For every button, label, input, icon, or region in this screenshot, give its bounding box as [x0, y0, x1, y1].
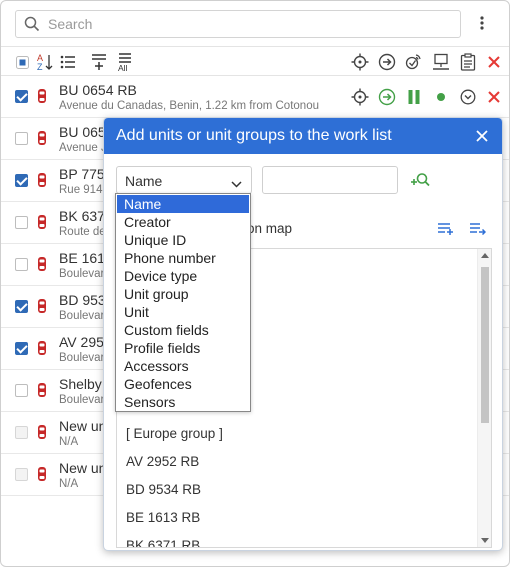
- add-all-arrow-icon[interactable]: [470, 222, 487, 241]
- unit-address: N/A: [59, 478, 79, 490]
- add-search-icon[interactable]: [410, 172, 430, 193]
- unit-address: Boulevar: [59, 394, 105, 406]
- dropdown-option[interactable]: Unit: [117, 303, 249, 321]
- dropdown-option[interactable]: Unique ID: [117, 231, 249, 249]
- locate-icon[interactable]: [351, 88, 369, 106]
- listbox-item[interactable]: BE 1613 RB: [126, 510, 200, 525]
- scroll-thumb[interactable]: [481, 267, 489, 423]
- dropdown-option[interactable]: Geofences: [117, 375, 249, 393]
- search-box[interactable]: [15, 10, 461, 38]
- unit-address: Route de: [59, 226, 106, 238]
- car-icon: [37, 172, 47, 193]
- dropdown-option[interactable]: Profile fields: [117, 339, 249, 357]
- ping-icon[interactable]: [403, 52, 423, 72]
- expand-icon[interactable]: [459, 88, 477, 106]
- car-icon: [37, 424, 47, 445]
- dropdown-option[interactable]: Name: [117, 195, 249, 213]
- add-all-label: All: [118, 63, 128, 72]
- pause-icon[interactable]: [405, 88, 423, 106]
- listbox-item[interactable]: BD 9534 RB: [126, 482, 201, 497]
- dialog-header: Add units or unit groups to the work lis…: [104, 118, 502, 154]
- select-all-icon[interactable]: [12, 52, 32, 72]
- unit-checkbox[interactable]: [15, 426, 28, 439]
- command-icon[interactable]: [377, 52, 397, 72]
- add-to-list-icon[interactable]: [438, 222, 454, 241]
- add-all-icon[interactable]: All: [114, 52, 136, 72]
- unit-name: New un: [59, 418, 107, 434]
- unit-checkbox[interactable]: [15, 216, 28, 229]
- unit-checkbox[interactable]: [15, 174, 28, 187]
- add-to-list-icon[interactable]: [89, 52, 109, 72]
- scrollbar[interactable]: [477, 249, 491, 547]
- car-icon: [37, 298, 47, 319]
- filter-text-input[interactable]: [262, 166, 398, 194]
- toolbar: A Z All: [1, 46, 509, 76]
- car-icon: [37, 88, 47, 109]
- locate-icon[interactable]: [350, 52, 370, 72]
- filter-type-dropdown: Name Creator Unique ID Phone number Device t…: [115, 193, 251, 412]
- scroll-up-icon[interactable]: [481, 253, 489, 258]
- listbox-item[interactable]: AV 2952 RB: [126, 454, 199, 469]
- listbox-item[interactable]: [ Europe group ]: [126, 426, 223, 441]
- unit-checkbox[interactable]: [15, 384, 28, 397]
- dropdown-option[interactable]: Device type: [117, 267, 249, 285]
- monitor-icon[interactable]: [431, 52, 451, 72]
- unit-name: BD 953: [59, 292, 106, 308]
- unit-address: Rue 914,: [59, 184, 106, 196]
- search-icon: [24, 16, 40, 37]
- car-icon: [37, 130, 47, 151]
- dropdown-option[interactable]: Custom fields: [117, 321, 249, 339]
- status-dot-icon[interactable]: [432, 88, 450, 106]
- filter-type-select[interactable]: Name: [116, 166, 252, 194]
- remove-icon[interactable]: [485, 88, 503, 106]
- dropdown-option[interactable]: Accessors: [117, 357, 249, 375]
- dropdown-option[interactable]: Sensors: [117, 393, 249, 411]
- dropdown-option[interactable]: Unit group: [117, 285, 249, 303]
- unit-checkbox[interactable]: [15, 300, 28, 313]
- unit-address: Boulevar: [59, 352, 105, 364]
- dropdown-option[interactable]: Creator: [117, 213, 249, 231]
- remove-icon[interactable]: [484, 52, 504, 72]
- search-input[interactable]: [46, 14, 446, 34]
- scroll-down-icon[interactable]: [481, 538, 489, 543]
- unit-address: Boulevar: [59, 310, 105, 322]
- sort-az-icon[interactable]: A Z: [35, 52, 55, 72]
- dialog-title: Add units or unit groups to the work lis…: [116, 127, 392, 144]
- monitoring-panel: A Z All: [0, 0, 510, 567]
- more-vertical-icon[interactable]: [475, 13, 489, 35]
- sort-bottom-label: Z: [37, 62, 43, 72]
- unit-address: Avenue du Canadas, Benin, 1.22 km from C…: [59, 100, 319, 112]
- listbox-item[interactable]: BK 6371 RB: [126, 538, 200, 547]
- clipboard-icon[interactable]: [458, 52, 478, 72]
- unit-name: Shelby: [59, 376, 102, 392]
- list-icon[interactable]: [58, 52, 78, 72]
- unit-checkbox[interactable]: [15, 90, 28, 103]
- unit-name: BU 0654 RB: [59, 82, 137, 98]
- unit-name: BU 065: [59, 124, 106, 140]
- close-icon[interactable]: [472, 126, 492, 146]
- unit-address: Boulevar: [59, 268, 105, 280]
- car-icon: [37, 382, 47, 403]
- car-icon: [37, 466, 47, 487]
- car-icon: [37, 214, 47, 235]
- command-icon[interactable]: [378, 88, 396, 106]
- car-icon: [37, 256, 47, 277]
- dropdown-option[interactable]: Phone number: [117, 249, 249, 267]
- unit-row[interactable]: BU 0654 RB Avenue du Canadas, Benin, 1.22…: [1, 76, 509, 118]
- filter-type-value: Name: [125, 173, 163, 189]
- unit-checkbox[interactable]: [15, 468, 28, 481]
- unit-name: BK 637: [59, 208, 105, 224]
- unit-checkbox[interactable]: [15, 132, 28, 145]
- unit-checkbox[interactable]: [15, 342, 28, 355]
- car-icon: [37, 340, 47, 361]
- unit-name: New un: [59, 460, 107, 476]
- unit-checkbox[interactable]: [15, 258, 28, 271]
- unit-address: Avenue J: [59, 142, 107, 154]
- unit-name: BP 775: [59, 166, 105, 182]
- on-map-label: on map: [247, 221, 293, 236]
- unit-address: N/A: [59, 436, 79, 448]
- chevron-down-icon: [231, 175, 242, 193]
